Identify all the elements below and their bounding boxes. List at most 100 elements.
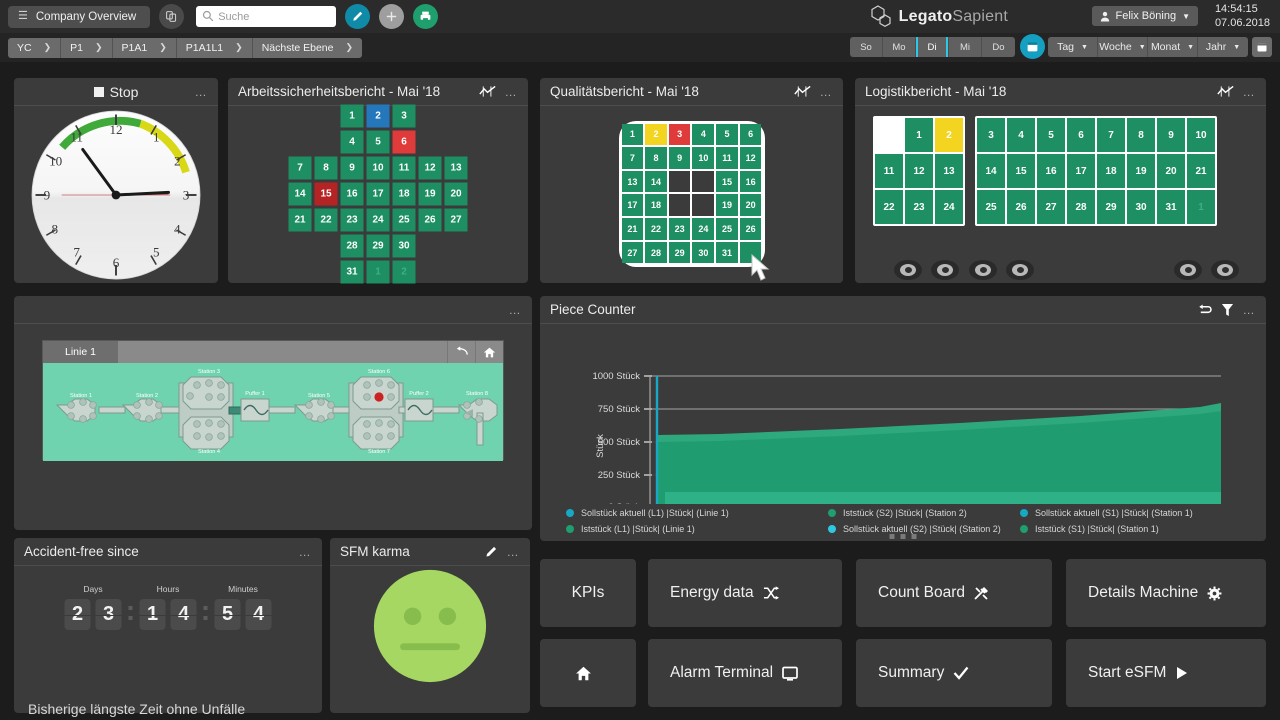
karma-panel-menu[interactable]: …	[507, 545, 520, 559]
user-menu-button[interactable]: Felix Böning ▼	[1091, 6, 1198, 26]
calendar-day-cell[interactable]: 31	[340, 260, 364, 283]
logistics-panel-menu[interactable]: …	[1243, 85, 1256, 99]
calendar-day-cell[interactable]: 1	[1187, 190, 1215, 224]
safety-panel-menu[interactable]: …	[505, 85, 518, 99]
pager-dot[interactable]	[889, 534, 895, 539]
clock-panel-menu[interactable]: …	[195, 85, 208, 99]
calendar-day-cell[interactable]: 8	[314, 156, 338, 179]
line-home-button[interactable]	[475, 341, 503, 363]
calendar-day-cell[interactable]: 20	[444, 182, 468, 205]
calendar-day-cell[interactable]: 11	[716, 147, 738, 169]
start-esfm-button[interactable]: Start eSFM	[1066, 639, 1266, 707]
calendar-day-cell[interactable]: 23	[340, 208, 364, 231]
trend-chart-icon[interactable]	[1216, 85, 1234, 98]
calendar-day-cell[interactable]: 13	[444, 156, 468, 179]
calendar-day-cell[interactable]: 20	[739, 194, 762, 217]
calendar-day-cell[interactable]: 8	[1127, 118, 1155, 152]
calendar-day-cell[interactable]: 3	[392, 104, 416, 127]
breadcrumb-item-p1a1[interactable]: P1A1 ❯	[113, 37, 177, 58]
calendar-day-cell[interactable]: 1	[340, 104, 364, 127]
calendar-day-cell[interactable]: 22	[314, 208, 338, 231]
calendar-day-cell[interactable]: 28	[645, 241, 667, 264]
calendar-day-cell[interactable]: 29	[366, 234, 390, 257]
pager-dot[interactable]	[911, 534, 917, 539]
calendar-day-cell[interactable]: 19	[1127, 154, 1155, 188]
breadcrumb-item-p1[interactable]: P1 ❯	[61, 37, 113, 58]
calendar-day-cell[interactable]: 4	[340, 130, 364, 153]
calendar-day-cell[interactable]: 19	[418, 182, 442, 205]
calendar-day-cell[interactable]: 23	[905, 190, 933, 224]
details-machine-button[interactable]: Details Machine	[1066, 559, 1266, 627]
calendar-day-cell[interactable]: 2	[645, 123, 667, 146]
stop-indicator[interactable]: Stop	[93, 84, 138, 100]
calendar-day-cell[interactable]: 24	[692, 218, 715, 240]
calendar-day-cell[interactable]: 7	[1097, 118, 1125, 152]
calendar-day-cell[interactable]: 1	[621, 123, 644, 146]
weekday-di[interactable]: Di	[916, 37, 949, 57]
calendar-day-cell[interactable]: 15	[314, 182, 338, 205]
calendar-day-cell[interactable]: 27	[1037, 190, 1065, 224]
period-jahr[interactable]: Jahr ▼	[1198, 37, 1248, 57]
calendar-day-cell[interactable]: 27	[444, 208, 468, 231]
period-woche[interactable]: Woche ▼	[1098, 37, 1148, 57]
add-button[interactable]	[379, 4, 405, 29]
calendar-day-cell[interactable]: 29	[668, 241, 691, 264]
trend-chart-icon[interactable]	[793, 85, 811, 98]
period-tag[interactable]: Tag ▼	[1048, 37, 1098, 57]
calendar-day-cell[interactable]: 30	[1127, 190, 1155, 224]
calendar-day-cell[interactable]: 5	[716, 123, 738, 146]
calendar-day-cell[interactable]: 2	[392, 260, 416, 283]
energy-data-button[interactable]: Energy data	[648, 559, 842, 627]
calendar-day-cell[interactable]: 18	[1097, 154, 1125, 188]
calendar-day-cell[interactable]: 4	[692, 123, 715, 146]
accident-panel-menu[interactable]: …	[299, 545, 312, 559]
legend-item[interactable]: Iststück (S1) |Stück| (Station 1)	[1020, 522, 1250, 535]
calendar-day-cell[interactable]: 17	[621, 194, 644, 217]
calendar-day-cell[interactable]: 23	[668, 218, 691, 240]
calendar-day-cell[interactable]: 14	[977, 154, 1005, 188]
print-button[interactable]	[413, 4, 439, 29]
legend-item[interactable]: Iststück (L1) |Stück| (Linie 1)	[566, 522, 828, 535]
calendar-day-cell[interactable]: 19	[716, 194, 738, 217]
kpis-button[interactable]: KPIs	[540, 559, 636, 627]
calendar-day-cell[interactable]: 10	[692, 147, 715, 169]
calendar-day-cell[interactable]: 3	[977, 118, 1005, 152]
calendar-day-cell[interactable]: 16	[340, 182, 364, 205]
quality-panel-menu[interactable]: …	[820, 85, 833, 99]
calendar-day-cell[interactable]: 18	[645, 194, 667, 217]
calendar-day-cell[interactable]: 24	[366, 208, 390, 231]
pencil-icon[interactable]	[484, 545, 498, 559]
calendar-day-cell[interactable]: 27	[621, 241, 644, 264]
calendar-day-cell[interactable]: 2	[366, 104, 390, 127]
search-input[interactable]	[196, 6, 337, 27]
calendar-day-cell[interactable]: 13	[621, 170, 644, 193]
calendar-day-cell[interactable]: 15	[716, 170, 738, 193]
breadcrumb-item-yc[interactable]: YC ❯	[8, 37, 62, 58]
legend-item[interactable]: Iststück (S2) |Stück| (Station 2)	[828, 506, 1020, 519]
calendar-day-cell[interactable]: 8	[645, 147, 667, 169]
count-board-button[interactable]: Count Board	[856, 559, 1052, 627]
copy-icon-button[interactable]	[159, 4, 185, 29]
weekday-mi[interactable]: Mi	[949, 37, 982, 57]
calendar-day-cell[interactable]: 30	[692, 241, 715, 264]
calendar-day-cell[interactable]: 10	[366, 156, 390, 179]
calendar-day-cell[interactable]: 7	[621, 147, 644, 169]
calendar-day-cell[interactable]: 30	[392, 234, 416, 257]
calendar-day-cell[interactable]: 9	[668, 147, 691, 169]
piece-counter-menu[interactable]: …	[1243, 303, 1256, 317]
calendar-day-cell[interactable]: 12	[418, 156, 442, 179]
calendar-day-cell[interactable]: 16	[739, 170, 762, 193]
calendar-day-cell[interactable]: 1	[366, 260, 390, 283]
calendar-day-cell[interactable]: 14	[645, 170, 667, 193]
calendar-day-cell[interactable]: 24	[935, 190, 963, 224]
calendar-day-cell[interactable]: 9	[340, 156, 364, 179]
calendar-day-cell[interactable]: 31	[1157, 190, 1185, 224]
calendar-end-button[interactable]	[1252, 37, 1272, 57]
calendar-day-cell[interactable]: 11	[392, 156, 416, 179]
calendar-day-cell[interactable]: 25	[716, 218, 738, 240]
breadcrumb-item-next-level[interactable]: Nächste Ebene ❯	[253, 38, 362, 58]
calendar-day-cell[interactable]: 4	[1007, 118, 1035, 152]
calendar-day-cell[interactable]: 1	[905, 118, 933, 152]
calendar-day-cell[interactable]: 18	[392, 182, 416, 205]
calendar-day-cell[interactable]: 6	[739, 123, 762, 146]
